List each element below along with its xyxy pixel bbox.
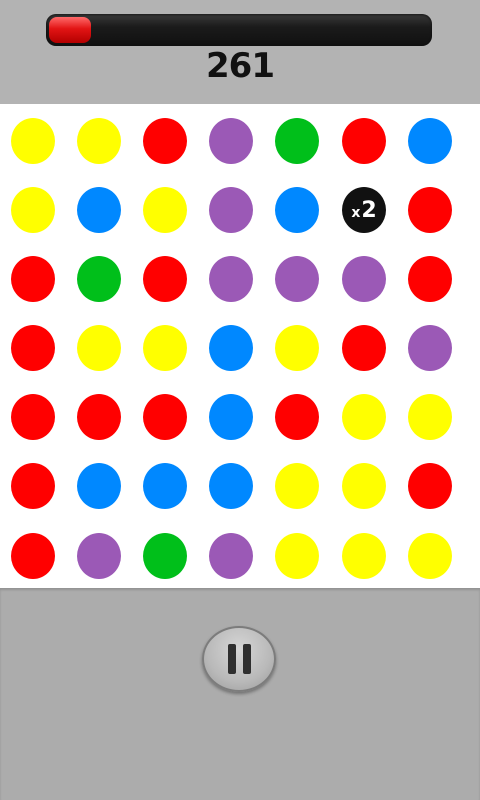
game-board: x2	[0, 104, 480, 588]
dot-blue[interactable]	[77, 463, 121, 509]
dot-red[interactable]	[11, 394, 55, 440]
dot-red[interactable]	[11, 533, 55, 579]
bottom-bar	[0, 588, 480, 800]
dot-yellow[interactable]	[342, 463, 386, 509]
dot-red[interactable]	[143, 256, 187, 302]
dot-yellow[interactable]	[275, 533, 319, 579]
timer-bar-fill	[49, 17, 91, 43]
dot-purple[interactable]	[209, 118, 253, 164]
dot-yellow[interactable]	[143, 325, 187, 371]
top-bar: 261	[0, 0, 480, 104]
dot-green[interactable]	[275, 118, 319, 164]
dot-purple[interactable]	[342, 256, 386, 302]
dot-blue[interactable]	[143, 463, 187, 509]
dot-yellow[interactable]	[275, 325, 319, 371]
dot-blue[interactable]	[77, 187, 121, 233]
dot-yellow[interactable]	[275, 463, 319, 509]
timer-bar	[46, 14, 432, 46]
dot-red[interactable]	[11, 325, 55, 371]
score-display: 261	[206, 46, 275, 86]
dot-blue[interactable]	[209, 463, 253, 509]
dot-purple[interactable]	[275, 256, 319, 302]
dot-blue[interactable]	[408, 118, 452, 164]
dot-yellow[interactable]	[11, 187, 55, 233]
pause-icon	[227, 644, 251, 674]
dot-purple[interactable]	[77, 533, 121, 579]
dot-red[interactable]	[11, 463, 55, 509]
dot-yellow[interactable]	[408, 394, 452, 440]
dot-purple[interactable]	[209, 256, 253, 302]
dot-red[interactable]	[342, 325, 386, 371]
multiplier-dot[interactable]: x2	[342, 187, 386, 233]
dot-red[interactable]	[408, 187, 452, 233]
dot-yellow[interactable]	[342, 394, 386, 440]
dot-green[interactable]	[143, 533, 187, 579]
dot-red[interactable]	[408, 463, 452, 509]
dot-yellow[interactable]	[342, 533, 386, 579]
dot-red[interactable]	[408, 256, 452, 302]
dot-red[interactable]	[342, 118, 386, 164]
dot-yellow[interactable]	[143, 187, 187, 233]
dot-yellow[interactable]	[408, 533, 452, 579]
dot-purple[interactable]	[209, 187, 253, 233]
dot-red[interactable]	[11, 256, 55, 302]
dot-blue[interactable]	[209, 394, 253, 440]
multiplier-label: x2	[351, 197, 377, 223]
dot-yellow[interactable]	[11, 118, 55, 164]
dot-yellow[interactable]	[77, 325, 121, 371]
dot-blue[interactable]	[209, 325, 253, 371]
dot-blue[interactable]	[275, 187, 319, 233]
dot-red[interactable]	[77, 394, 121, 440]
dot-purple[interactable]	[408, 325, 452, 371]
dot-red[interactable]	[143, 394, 187, 440]
pause-button[interactable]	[202, 626, 276, 692]
dot-purple[interactable]	[209, 533, 253, 579]
dot-red[interactable]	[143, 118, 187, 164]
dot-yellow[interactable]	[77, 118, 121, 164]
dot-green[interactable]	[77, 256, 121, 302]
dot-red[interactable]	[275, 394, 319, 440]
